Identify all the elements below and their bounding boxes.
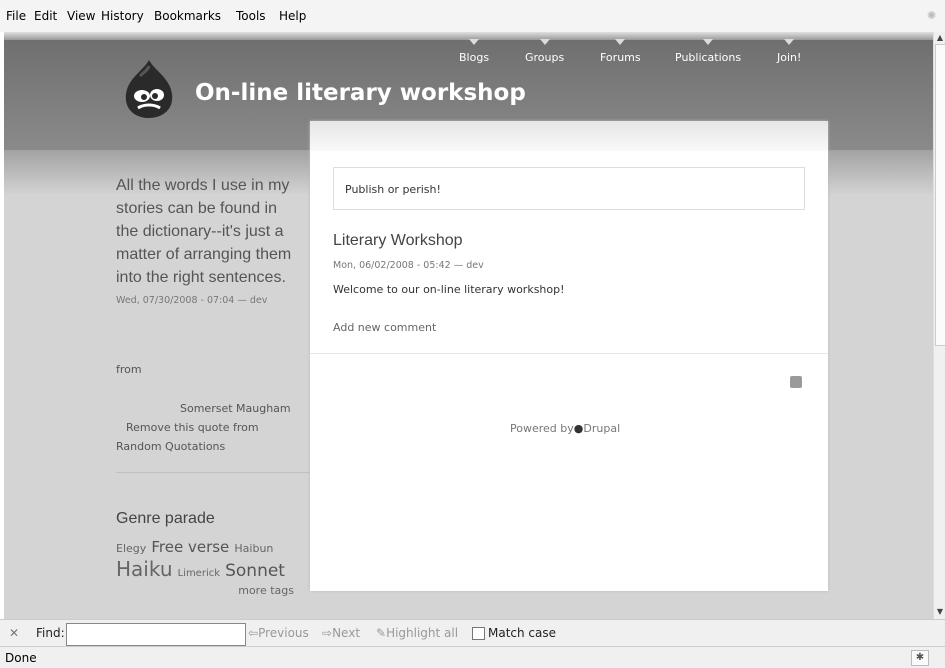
close-find-icon[interactable]: ✕ bbox=[9, 626, 19, 640]
menu-file[interactable]: File bbox=[6, 9, 26, 23]
node-body: Welcome to our on-line literary workshop… bbox=[333, 283, 565, 296]
node-meta: Mon, 06/02/2008 - 05:42 — dev bbox=[333, 260, 484, 271]
tag-haiku[interactable]: Haiku bbox=[116, 557, 173, 581]
menu-tools[interactable]: Tools bbox=[236, 9, 266, 23]
scrollbar-thumb[interactable] bbox=[935, 44, 945, 346]
previous-arrow-icon: ⇦ bbox=[248, 626, 259, 640]
tag-sonnet[interactable]: Sonnet bbox=[225, 561, 285, 581]
scroll-down-icon[interactable]: ▼ bbox=[935, 607, 945, 617]
powered-by: Powered by●Drupal bbox=[510, 422, 621, 435]
drupal-drop-icon: ● bbox=[573, 422, 584, 435]
quote-author: Somerset Maugham bbox=[180, 402, 291, 415]
rss-feed-icon[interactable] bbox=[790, 376, 802, 388]
tag-free-verse[interactable]: Free verse bbox=[151, 538, 229, 556]
throbber-icon: ✺ bbox=[927, 9, 937, 22]
next-arrow-icon: ⇨ bbox=[322, 626, 333, 640]
quote-text: All the words I use in my stories can be… bbox=[116, 177, 292, 286]
status-extension-icon[interactable]: ✱ bbox=[911, 650, 929, 666]
tag-cloud: Elegy Free verse Haibun Haiku Limerick S… bbox=[116, 537, 306, 598]
more-tags-link[interactable]: more tags bbox=[116, 584, 294, 598]
node-title[interactable]: Literary Workshop bbox=[333, 232, 463, 250]
find-label: Find: bbox=[36, 626, 65, 640]
random-quote: All the words I use in my stories can be… bbox=[116, 174, 296, 312]
nav-join[interactable]: Join! bbox=[777, 39, 801, 64]
menu-edit[interactable]: Edit bbox=[34, 9, 57, 23]
add-comment-link[interactable]: Add new comment bbox=[333, 321, 436, 334]
quote-from-label: from bbox=[116, 363, 142, 376]
status-text: Done bbox=[5, 651, 37, 665]
menu-bookmarks[interactable]: Bookmarks bbox=[154, 9, 221, 23]
nav-marker-icon bbox=[469, 39, 480, 45]
tag-haibun[interactable]: Haibun bbox=[234, 542, 273, 555]
mission-box: Publish or perish! bbox=[333, 167, 805, 210]
menu-view[interactable]: View bbox=[67, 9, 95, 23]
main-content: Publish or perish! Literary Workshop Mon… bbox=[310, 121, 828, 591]
sidebar-divider bbox=[116, 472, 321, 473]
match-case-checkbox[interactable] bbox=[472, 627, 485, 640]
menu-bar: File Edit View History Bookmarks Tools H… bbox=[0, 0, 945, 32]
nav-marker-icon bbox=[784, 39, 795, 45]
vertical-scrollbar[interactable]: ▲ ▼ bbox=[933, 32, 945, 619]
scroll-up-icon[interactable]: ▲ bbox=[935, 33, 945, 43]
site-title[interactable]: On-line literary workshop bbox=[195, 80, 526, 106]
remove-quote-link-2[interactable]: Random Quotations bbox=[116, 440, 225, 453]
main-divider bbox=[310, 353, 828, 354]
tag-limerick[interactable]: Limerick bbox=[178, 568, 220, 579]
page-viewport: On-line literary workshop Blogs Groups F… bbox=[4, 32, 933, 619]
remove-quote-link[interactable]: Remove this quote from bbox=[126, 421, 259, 434]
nav-groups[interactable]: Groups bbox=[525, 39, 564, 64]
nav-marker-icon bbox=[703, 39, 714, 45]
menu-history[interactable]: History bbox=[101, 9, 144, 23]
menu-help[interactable]: Help bbox=[279, 9, 306, 23]
match-case-label[interactable]: Match case bbox=[488, 626, 556, 640]
tag-elegy[interactable]: Elegy bbox=[116, 542, 146, 555]
main-top-strip bbox=[310, 121, 828, 151]
highlight-icon: ✎ bbox=[376, 626, 387, 640]
quote-meta: Wed, 07/30/2008 - 07:04 — dev bbox=[116, 295, 268, 306]
nav-blogs[interactable]: Blogs bbox=[459, 39, 489, 64]
status-bar: Done ✱ bbox=[0, 646, 945, 668]
highlight-all-button[interactable]: ✎Highlight all bbox=[376, 626, 458, 640]
find-next-button[interactable]: ⇨Next bbox=[322, 626, 360, 640]
genre-block-title: Genre parade bbox=[116, 510, 215, 527]
nav-marker-icon bbox=[615, 39, 626, 45]
find-bar: ✕ Find: ⇦Previous ⇨Next ✎Highlight all M… bbox=[0, 619, 945, 647]
nav-forums[interactable]: Forums bbox=[600, 39, 641, 64]
nav-marker-icon bbox=[539, 39, 550, 45]
drupal-link[interactable]: Drupal bbox=[583, 422, 620, 435]
find-previous-button[interactable]: ⇦Previous bbox=[248, 626, 309, 640]
find-input[interactable] bbox=[66, 623, 246, 646]
drupal-logo-icon[interactable] bbox=[118, 58, 180, 120]
nav-publications[interactable]: Publications bbox=[675, 39, 741, 64]
